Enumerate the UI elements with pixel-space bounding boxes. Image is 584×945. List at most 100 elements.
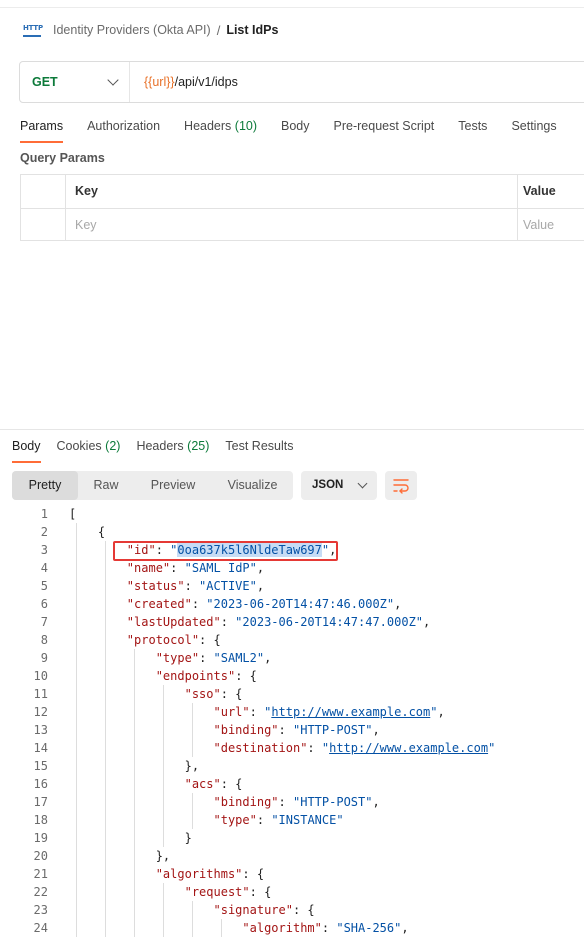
indent-guide — [133, 883, 135, 901]
indent-guide — [76, 667, 78, 685]
indent-guide — [191, 811, 193, 829]
indent-guide — [105, 685, 107, 703]
tab-test-results[interactable]: Test Results — [225, 437, 293, 463]
indent-guide — [162, 703, 164, 721]
indent-guide — [162, 739, 164, 757]
code-line: 1[ — [40, 507, 77, 521]
indent-guide — [76, 613, 78, 631]
view-visualize-button[interactable]: Visualize — [212, 471, 293, 500]
wrap-lines-button[interactable] — [385, 471, 417, 500]
indent-guide — [105, 847, 107, 865]
indent-guide — [76, 721, 78, 739]
indent-guide — [133, 865, 135, 883]
indent-guide — [133, 685, 135, 703]
tab-response-headers[interactable]: Headers (25) — [136, 437, 209, 463]
tab-authorization[interactable]: Authorization — [87, 115, 160, 145]
tab-settings[interactable]: Settings — [511, 115, 556, 145]
method-select[interactable]: GET — [20, 62, 130, 102]
code-line: 6 "created": "2023-06-20T14:47:46.000Z", — [40, 595, 402, 613]
indent-guide — [162, 757, 164, 775]
tab-tests[interactable]: Tests — [458, 115, 487, 145]
url-input[interactable]: {{url}}/api/v1/idps — [130, 75, 238, 89]
indent-guide — [76, 811, 78, 829]
id-highlight-box — [113, 541, 338, 561]
indent-guide — [133, 649, 135, 667]
view-preview-button[interactable]: Preview — [134, 471, 212, 500]
code-line: 24 "algorithm": "SHA-256", — [33, 919, 409, 937]
table-header-row: Key Value — [21, 175, 584, 208]
indent-guide — [76, 829, 78, 847]
sso-destination-link[interactable]: http://www.example.com — [329, 741, 488, 755]
indent-guide — [162, 829, 164, 847]
key-column-header: Key — [66, 175, 518, 208]
indent-guide — [76, 919, 78, 937]
indent-guide — [76, 577, 78, 595]
code-line: 21 "algorithms": { — [33, 865, 265, 883]
code-line: 15 }, — [33, 757, 200, 775]
view-raw-button[interactable]: Raw — [78, 471, 134, 500]
response-body-code: 1[ 2 { 3 "id": "0oa637k5l6NldeTaw697", 4… — [0, 505, 584, 945]
url-bar: GET {{url}}/api/v1/idps — [19, 61, 584, 103]
indent-guide — [133, 901, 135, 919]
tab-response-body[interactable]: Body — [12, 437, 41, 463]
request-tabs: Params Authorization Headers (10) Body P… — [20, 115, 581, 145]
code-line: 2 { — [40, 523, 106, 541]
indent-guide — [105, 829, 107, 847]
indent-guide — [76, 685, 78, 703]
top-border — [0, 0, 584, 8]
param-key-input[interactable]: Key — [66, 209, 518, 241]
indent-guide — [133, 703, 135, 721]
indent-guide — [76, 793, 78, 811]
query-params-title: Query Params — [20, 151, 105, 165]
indent-guide — [191, 703, 193, 721]
tab-headers[interactable]: Headers (10) — [184, 115, 257, 145]
headers-count: (10) — [234, 119, 258, 133]
sso-url-link[interactable]: http://www.example.com — [271, 705, 430, 719]
indent-guide — [133, 739, 135, 757]
param-checkbox-cell[interactable] — [21, 209, 66, 241]
view-pretty-button[interactable]: Pretty — [12, 471, 78, 500]
indent-guide — [162, 721, 164, 739]
indent-guide — [105, 631, 107, 649]
indent-guide — [76, 883, 78, 901]
code-line: 23 "signature": { — [33, 901, 315, 919]
indent-guide — [191, 901, 193, 919]
response-tabs: Body Cookies (2) Headers (25) Test Resul… — [12, 437, 310, 463]
indent-guide — [76, 559, 78, 577]
tab-body[interactable]: Body — [281, 115, 310, 145]
indent-guide — [105, 757, 107, 775]
format-label: JSON — [312, 479, 344, 491]
indent-guide — [133, 811, 135, 829]
value-column-header: Value — [523, 184, 556, 198]
breadcrumb-separator: / — [216, 22, 221, 38]
tab-cookies[interactable]: Cookies (2) — [57, 437, 121, 463]
http-request-icon: HTTP — [22, 22, 43, 38]
indent-guide — [133, 667, 135, 685]
indent-guide — [76, 865, 78, 883]
indent-guide — [105, 739, 107, 757]
indent-guide — [105, 559, 107, 577]
indent-guide — [133, 919, 135, 937]
url-path: /api/v1/idps — [174, 75, 238, 89]
param-value-input[interactable]: Value — [518, 209, 584, 241]
format-dropdown[interactable]: JSON — [301, 471, 377, 500]
indent-guide — [191, 919, 193, 937]
breadcrumb-collection-link[interactable]: Identity Providers (Okta API) — [53, 23, 211, 37]
indent-guide — [76, 847, 78, 865]
cookies-count: (2) — [105, 439, 121, 453]
pane-divider[interactable] — [0, 429, 584, 430]
indent-guide — [133, 829, 135, 847]
indent-guide — [191, 739, 193, 757]
table-row: Key Value — [21, 208, 584, 241]
indent-guide — [162, 919, 164, 937]
tab-params[interactable]: Params — [20, 115, 64, 145]
code-line: 18 "type": "INSTANCE" — [33, 811, 344, 829]
tab-pre-request-script[interactable]: Pre-request Script — [334, 115, 435, 145]
request-name[interactable]: List IdPs — [226, 23, 278, 37]
code-line: 22 "request": { — [33, 883, 272, 901]
indent-guide — [76, 901, 78, 919]
response-headers-count: (25) — [187, 439, 210, 453]
indent-guide — [76, 775, 78, 793]
wrap-lines-icon — [393, 479, 409, 494]
indent-guide — [220, 919, 222, 937]
